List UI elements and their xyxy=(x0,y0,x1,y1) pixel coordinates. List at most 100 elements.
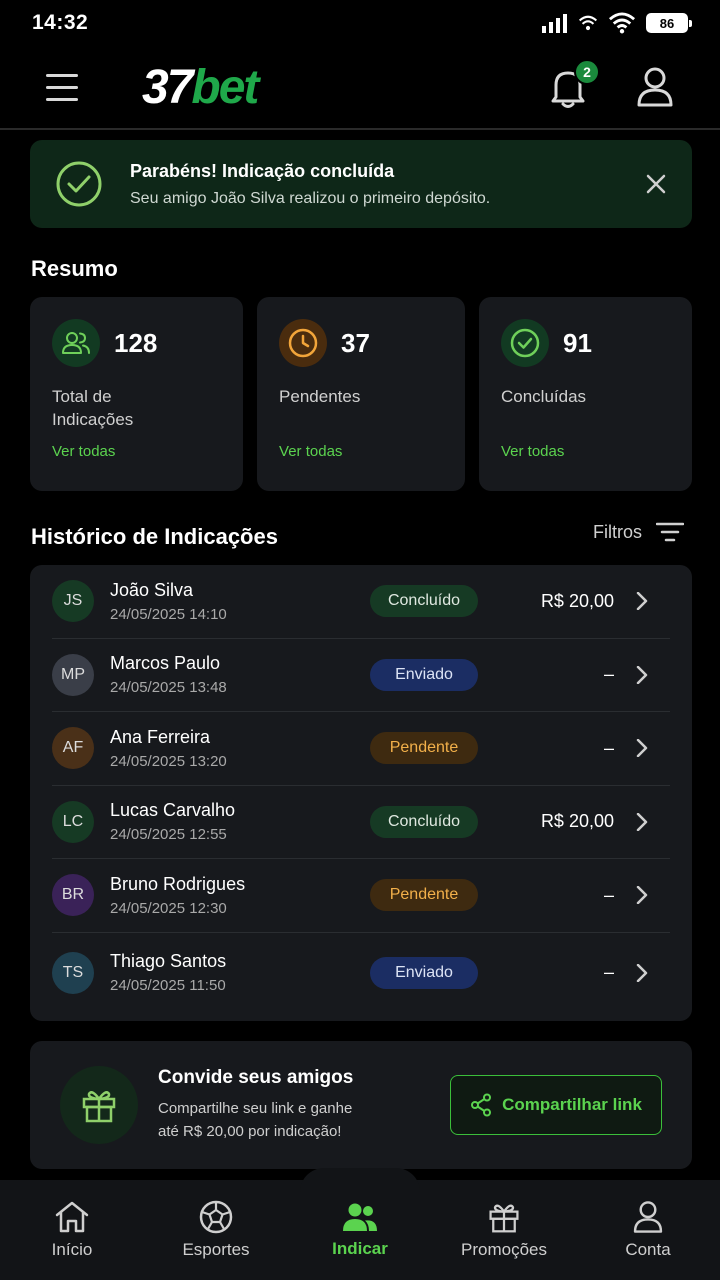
toast-message: Seu amigo João Silva realizou o primeiro… xyxy=(130,189,491,207)
nav-label: Promoções xyxy=(461,1240,547,1259)
summary-card-total[interactable]: 128 Total de Indicações Ver todas xyxy=(30,297,244,491)
nav-label: Indicar xyxy=(332,1239,388,1258)
invite-friends-banner: Convide seus amigos Compartilhe seu link… xyxy=(30,1041,692,1169)
nav-item-indicar[interactable]: Indicar xyxy=(288,1180,432,1280)
clock: 14:32 xyxy=(32,11,89,34)
referral-name: Ana Ferreira xyxy=(110,726,211,747)
chevron-right-icon[interactable] xyxy=(634,886,650,905)
chevron-right-icon[interactable] xyxy=(634,592,650,611)
nav-label: Conta xyxy=(625,1240,671,1259)
check-circle-icon xyxy=(56,161,102,207)
table-row[interactable]: MP Marcos Paulo 24/05/2025 13:48 Enviado… xyxy=(52,639,670,712)
nav-label: Esportes xyxy=(182,1240,250,1259)
nav-item-inicio[interactable]: Início xyxy=(0,1180,144,1280)
summary-title: Resumo xyxy=(31,256,118,281)
referral-name: Marcos Paulo xyxy=(110,653,221,674)
clock-icon-badge xyxy=(279,319,328,367)
avatar: JS xyxy=(52,580,94,623)
chevron-right-icon[interactable] xyxy=(634,739,650,758)
avatar: TS xyxy=(52,951,94,994)
summary-card-pending[interactable]: 37 Pendentes Ver todas xyxy=(257,297,465,491)
table-row[interactable]: AF Ana Ferreira 24/05/2025 13:20 Pendent… xyxy=(52,712,670,786)
hamburger-icon-line xyxy=(46,73,78,77)
view-all-link[interactable]: Ver todas xyxy=(52,443,221,460)
history-title: Histórico de Indicações xyxy=(31,524,278,549)
status-bar: 14:32 86 xyxy=(0,0,720,46)
notifications-button[interactable]: 2 xyxy=(548,59,600,109)
table-row[interactable]: JS João Silva 24/05/2025 14:10 Concluído… xyxy=(52,565,670,639)
referral-date: 24/05/2025 13:48 xyxy=(110,679,227,697)
check-circle-icon xyxy=(510,328,540,358)
status-badge: Concluído xyxy=(370,805,478,838)
signal-icon xyxy=(542,14,567,33)
notification-badge: 2 xyxy=(574,59,600,85)
summary-value: 128 xyxy=(114,327,158,358)
gift-icon xyxy=(82,1091,116,1123)
gift-icon-badge xyxy=(60,1066,138,1144)
referral-name: João Silva xyxy=(110,579,194,600)
summary-cards: 128 Total de Indicações Ver todas 37 Pen… xyxy=(30,297,693,491)
referral-name: Thiago Santos xyxy=(110,951,227,971)
referral-amount: – xyxy=(603,737,614,758)
toast-title: Parabéns! Indicação concluída xyxy=(130,160,395,181)
referral-name: Bruno Rodrigues xyxy=(110,873,246,894)
referral-date: 24/05/2025 12:30 xyxy=(110,899,227,917)
nav-item-conta[interactable]: Conta xyxy=(576,1180,720,1280)
table-row[interactable]: TS Thiago Santos 24/05/2025 11:50 Enviad… xyxy=(52,933,670,1013)
users-icon xyxy=(62,332,90,354)
battery-indicator: 86 xyxy=(646,13,692,33)
app-header: 37bet 2 xyxy=(0,46,720,130)
share-link-button[interactable]: Compartilhar link xyxy=(450,1075,662,1135)
status-badge: Enviado xyxy=(370,658,478,691)
view-all-link[interactable]: Ver todas xyxy=(501,443,670,460)
success-toast: Parabéns! Indicação concluída Seu amigo … xyxy=(30,140,692,228)
soccer-ball-icon xyxy=(199,1200,233,1234)
invite-text: Compartilhe seu link e ganhe até R$ 20,00… xyxy=(158,1100,353,1140)
brand-logo[interactable]: 37bet xyxy=(142,60,259,115)
referral-date: 24/05/2025 11:50 xyxy=(110,977,226,994)
profile-button[interactable] xyxy=(636,66,674,108)
referral-amount: – xyxy=(603,884,614,905)
referral-amount: – xyxy=(603,664,614,685)
referral-amount: – xyxy=(603,962,614,982)
bottom-navigation: Início Esportes Indicar Promoções Conta xyxy=(0,1180,720,1280)
hamburger-icon-line xyxy=(46,85,78,89)
summary-label: Concluídas xyxy=(500,387,587,406)
referral-date: 24/05/2025 12:55 xyxy=(110,826,227,844)
summary-value: 37 xyxy=(341,327,370,358)
close-icon[interactable] xyxy=(644,172,668,196)
summary-label: Pendentes xyxy=(279,387,361,406)
share-icon xyxy=(471,1093,492,1117)
table-row[interactable]: BR Bruno Rodrigues 24/05/2025 12:30 Pend… xyxy=(52,859,670,933)
avatar: LC xyxy=(52,800,94,843)
avatar: MP xyxy=(52,653,94,696)
referral-name: Lucas Carvalho xyxy=(110,800,236,821)
chevron-right-icon[interactable] xyxy=(634,963,650,982)
nav-item-esportes[interactable]: Esportes xyxy=(144,1180,288,1280)
nav-item-promocoes[interactable]: Promoções xyxy=(432,1180,576,1280)
referral-amount: R$ 20,00 xyxy=(540,590,614,611)
menu-button[interactable] xyxy=(46,65,90,109)
hamburger-icon-line xyxy=(46,97,78,101)
invite-title: Convide seus amigos xyxy=(158,1067,354,1088)
status-badge: Pendente xyxy=(370,879,478,912)
users-icon-badge xyxy=(52,319,100,367)
check-icon-badge xyxy=(500,319,549,367)
referral-date: 24/05/2025 13:20 xyxy=(110,752,227,770)
chevron-right-icon[interactable] xyxy=(634,665,650,684)
filters-button[interactable]: Filtros xyxy=(593,521,684,543)
summary-label: Total de Indicações xyxy=(52,387,134,429)
wifi-icon xyxy=(608,12,636,34)
filters-label: Filtros xyxy=(593,521,642,542)
wifi-small-icon xyxy=(578,15,598,31)
referral-history-list: JS João Silva 24/05/2025 14:10 Concluído… xyxy=(30,565,692,1021)
summary-value: 91 xyxy=(562,327,592,358)
chevron-right-icon[interactable] xyxy=(634,812,650,831)
view-all-link[interactable]: Ver todas xyxy=(279,443,443,460)
nav-label: Início xyxy=(51,1240,93,1259)
avatar: AF xyxy=(52,727,94,770)
table-row[interactable]: LC Lucas Carvalho 24/05/2025 12:55 Concl… xyxy=(52,786,670,859)
filter-icon xyxy=(656,522,684,542)
summary-card-completed[interactable]: 91 Concluídas Ver todas xyxy=(478,297,693,491)
users-icon xyxy=(343,1203,377,1231)
